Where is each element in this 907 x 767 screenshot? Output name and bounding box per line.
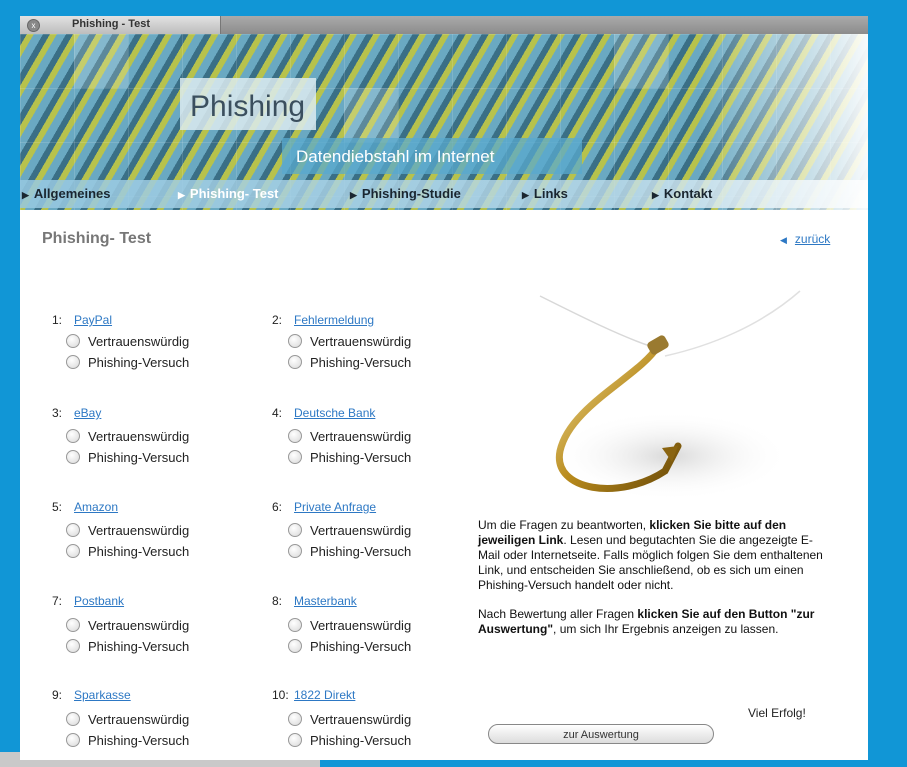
option-phish[interactable]: Phishing-Versuch xyxy=(66,544,189,559)
radio-button[interactable] xyxy=(66,639,80,653)
radio-button[interactable] xyxy=(288,355,302,369)
question-6: 6: Private Anfrage xyxy=(272,500,377,514)
question-link-amazon[interactable]: Amazon xyxy=(74,500,118,514)
option-phish[interactable]: Phishing-Versuch xyxy=(288,450,411,465)
option-trust[interactable]: Vertrauenswürdig xyxy=(66,523,189,538)
nav-item-phishing-test[interactable]: ▶ Phishing- Test xyxy=(178,186,279,201)
question-7: 7: Postbank xyxy=(52,594,125,608)
nav-item-kontakt[interactable]: ▶ Kontakt xyxy=(652,186,712,201)
nav-item-phishing-studie[interactable]: ▶ Phishing-Studie xyxy=(350,186,461,201)
radio-button[interactable] xyxy=(66,334,80,348)
nav-arrow-icon: ▶ xyxy=(350,190,357,200)
banner-tile xyxy=(344,88,398,142)
option-phish[interactable]: Phishing-Versuch xyxy=(66,450,189,465)
nav-arrow-icon: ▶ xyxy=(178,190,185,200)
option-trust[interactable]: Vertrauenswürdig xyxy=(66,334,189,349)
option-trust[interactable]: Vertrauenswürdig xyxy=(288,429,411,444)
option-trust[interactable]: Vertrauenswürdig xyxy=(66,712,189,727)
title-bar: x Phishing - Test xyxy=(20,16,868,34)
option-trust[interactable]: Vertrauenswürdig xyxy=(288,523,411,538)
main-nav: ▶ Allgemeines ▶ Phishing- Test ▶ Phishing-S… xyxy=(20,180,868,208)
question-3: 3: eBay xyxy=(52,406,102,420)
option-phish[interactable]: Phishing-Versuch xyxy=(288,544,411,559)
radio-button[interactable] xyxy=(66,544,80,558)
question-link-ebay[interactable]: eBay xyxy=(74,406,101,420)
option-phish[interactable]: Phishing-Versuch xyxy=(66,733,189,748)
radio-button[interactable] xyxy=(66,523,80,537)
question-5: 5: Amazon xyxy=(52,500,119,514)
radio-button[interactable] xyxy=(288,544,302,558)
radio-button[interactable] xyxy=(288,429,302,443)
question-link-masterbank[interactable]: Masterbank xyxy=(294,594,357,608)
instructions-paragraph-1: Um die Fragen zu beantworten, klicken Si… xyxy=(478,518,823,592)
question-link-1822-direkt[interactable]: 1822 Direkt xyxy=(294,688,355,702)
header-banner: Phishing Datendiebstahl im Internet ▶ All… xyxy=(20,34,868,210)
question-link-fehlermeldung[interactable]: Fehlermeldung xyxy=(294,313,374,327)
tab-title: Phishing - Test xyxy=(72,18,151,30)
option-phish[interactable]: Phishing-Versuch xyxy=(66,355,189,370)
radio-button[interactable] xyxy=(288,334,302,348)
fish-hook-illustration xyxy=(539,290,801,501)
question-10: 10: 1822 Direkt xyxy=(272,688,356,702)
banner-tile xyxy=(614,34,668,88)
question-8: 8: Masterbank xyxy=(272,594,357,608)
option-trust[interactable]: Vertrauenswürdig xyxy=(288,618,411,633)
back-arrow-icon: ◀ xyxy=(780,235,787,245)
radio-button[interactable] xyxy=(66,618,80,632)
radio-button[interactable] xyxy=(288,733,302,747)
radio-button[interactable] xyxy=(66,712,80,726)
question-9: 9: Sparkasse xyxy=(52,688,131,702)
nav-arrow-icon: ▶ xyxy=(652,190,659,200)
radio-button[interactable] xyxy=(66,429,80,443)
radio-button[interactable] xyxy=(288,712,302,726)
option-trust[interactable]: Vertrauenswürdig xyxy=(66,618,189,633)
question-link-private-anfrage[interactable]: Private Anfrage xyxy=(294,500,376,514)
option-phish[interactable]: Phishing-Versuch xyxy=(66,639,189,654)
question-link-paypal[interactable]: PayPal xyxy=(74,313,112,327)
close-icon[interactable]: x xyxy=(27,19,40,32)
radio-button[interactable] xyxy=(288,618,302,632)
question-4: 4: Deutsche Bank xyxy=(272,406,376,420)
nav-arrow-icon: ▶ xyxy=(522,190,529,200)
question-1: 1: PayPal xyxy=(52,313,113,327)
option-phish[interactable]: Phishing-Versuch xyxy=(288,639,411,654)
instructions-paragraph-2: Nach Bewertung aller Fragen klicken Sie … xyxy=(478,607,815,636)
question-link-deutsche-bank[interactable]: Deutsche Bank xyxy=(294,406,375,420)
radio-button[interactable] xyxy=(288,639,302,653)
radio-button[interactable] xyxy=(66,355,80,369)
nav-item-links[interactable]: ▶ Links xyxy=(522,186,568,201)
banner-tile xyxy=(74,34,128,88)
site-logo: Phishing xyxy=(190,90,306,123)
site-subtitle: Datendiebstahl im Internet xyxy=(296,147,495,166)
window-tab[interactable]: x Phishing - Test xyxy=(20,16,221,34)
good-luck-text: Viel Erfolg! xyxy=(748,706,806,720)
back-link[interactable]: ◀ zurück xyxy=(780,232,830,246)
radio-button[interactable] xyxy=(66,733,80,747)
nav-item-allgemeines[interactable]: ▶ Allgemeines xyxy=(22,186,111,201)
evaluate-button[interactable]: zur Auswertung xyxy=(488,724,714,744)
option-trust[interactable]: Vertrauenswürdig xyxy=(288,334,411,349)
radio-button[interactable] xyxy=(288,450,302,464)
option-trust[interactable]: Vertrauenswürdig xyxy=(66,429,189,444)
option-phish[interactable]: Phishing-Versuch xyxy=(288,355,411,370)
question-link-sparkasse[interactable]: Sparkasse xyxy=(74,688,131,702)
nav-arrow-icon: ▶ xyxy=(22,190,29,200)
option-trust[interactable]: Vertrauenswürdig xyxy=(288,712,411,727)
question-link-postbank[interactable]: Postbank xyxy=(74,594,124,608)
browser-window: x Phishing - Test Phishing Datendiebstah… xyxy=(20,16,868,760)
page-title: Phishing- Test xyxy=(42,230,152,247)
radio-button[interactable] xyxy=(66,450,80,464)
question-2: 2: Fehlermeldung xyxy=(272,313,375,327)
radio-button[interactable] xyxy=(288,523,302,537)
option-phish[interactable]: Phishing-Versuch xyxy=(288,733,411,748)
instructions: Um die Fragen zu beantworten, klicken Si… xyxy=(478,518,828,651)
